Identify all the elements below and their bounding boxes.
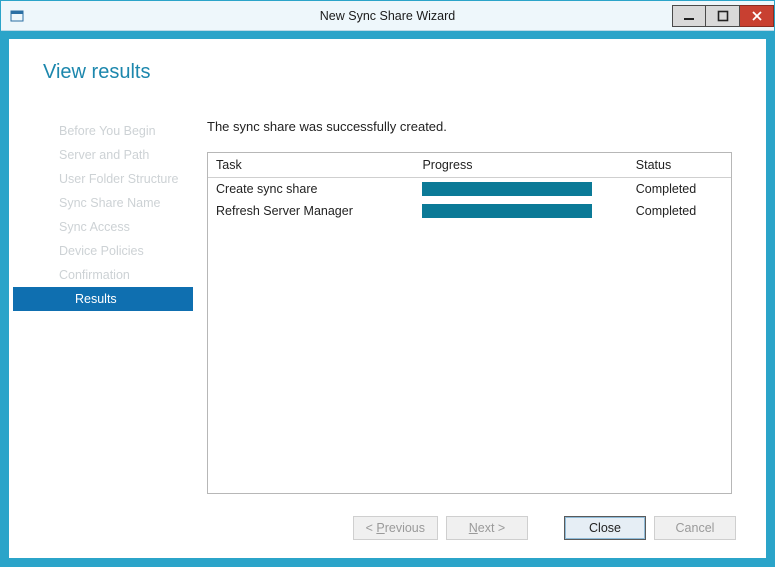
sidebar-item-device-policies: Device Policies <box>13 239 193 263</box>
status-cell: Completed <box>628 178 731 200</box>
progress-bar <box>422 204 592 218</box>
titlebar[interactable]: New Sync Share Wizard <box>1 1 774 31</box>
progress-cell <box>414 200 627 222</box>
wizard-body: View results Before You BeginServer and … <box>1 31 774 566</box>
table-row[interactable]: Refresh Server Manager Completed <box>208 200 731 222</box>
window-title: New Sync Share Wizard <box>320 9 455 23</box>
page-title: View results <box>43 61 762 84</box>
previous-button: < Previous <box>353 516 438 540</box>
minimize-button[interactable] <box>672 5 706 27</box>
progress-cell <box>414 178 627 200</box>
sidebar-item-sync-access: Sync Access <box>13 215 193 239</box>
sidebar-item-results[interactable]: Results <box>13 287 193 311</box>
cancel-button: Cancel <box>654 516 736 540</box>
sidebar-item-before-you-begin: Before You Begin <box>13 119 193 143</box>
wizard-footer: < Previous Next > Close Cancel <box>13 502 762 554</box>
sidebar-item-server-and-path: Server and Path <box>13 143 193 167</box>
results-grid: Task Progress Status Create sync share Co… <box>207 152 732 494</box>
status-message: The sync share was successfully created. <box>207 119 732 134</box>
grid-empty-area <box>208 222 731 494</box>
table-row[interactable]: Create sync share Completed <box>208 178 731 200</box>
sidebar-item-confirmation: Confirmation <box>13 263 193 287</box>
close-window-button[interactable] <box>740 5 774 27</box>
col-progress[interactable]: Progress <box>414 153 627 178</box>
app-icon <box>9 8 25 24</box>
window-controls <box>672 5 774 27</box>
sidebar-item-sync-share-name: Sync Share Name <box>13 191 193 215</box>
sidebar-item-user-folder-structure: User Folder Structure <box>13 167 193 191</box>
wizard-steps-sidebar: Before You BeginServer and PathUser Fold… <box>13 105 193 502</box>
next-button: Next > <box>446 516 528 540</box>
status-cell: Completed <box>628 200 731 222</box>
page-header: View results <box>13 43 762 105</box>
table-header-row: Task Progress Status <box>208 153 731 178</box>
wizard-window: New Sync Share Wizard View results Befor… <box>0 0 775 567</box>
close-button[interactable]: Close <box>564 516 646 540</box>
task-cell: Create sync share <box>208 178 414 200</box>
content-area: Before You BeginServer and PathUser Fold… <box>13 105 762 502</box>
col-task[interactable]: Task <box>208 153 414 178</box>
maximize-button[interactable] <box>706 5 740 27</box>
progress-bar <box>422 182 592 196</box>
task-cell: Refresh Server Manager <box>208 200 414 222</box>
col-status[interactable]: Status <box>628 153 731 178</box>
main-panel: The sync share was successfully created.… <box>193 105 762 502</box>
results-table: Task Progress Status Create sync share Co… <box>208 153 731 222</box>
